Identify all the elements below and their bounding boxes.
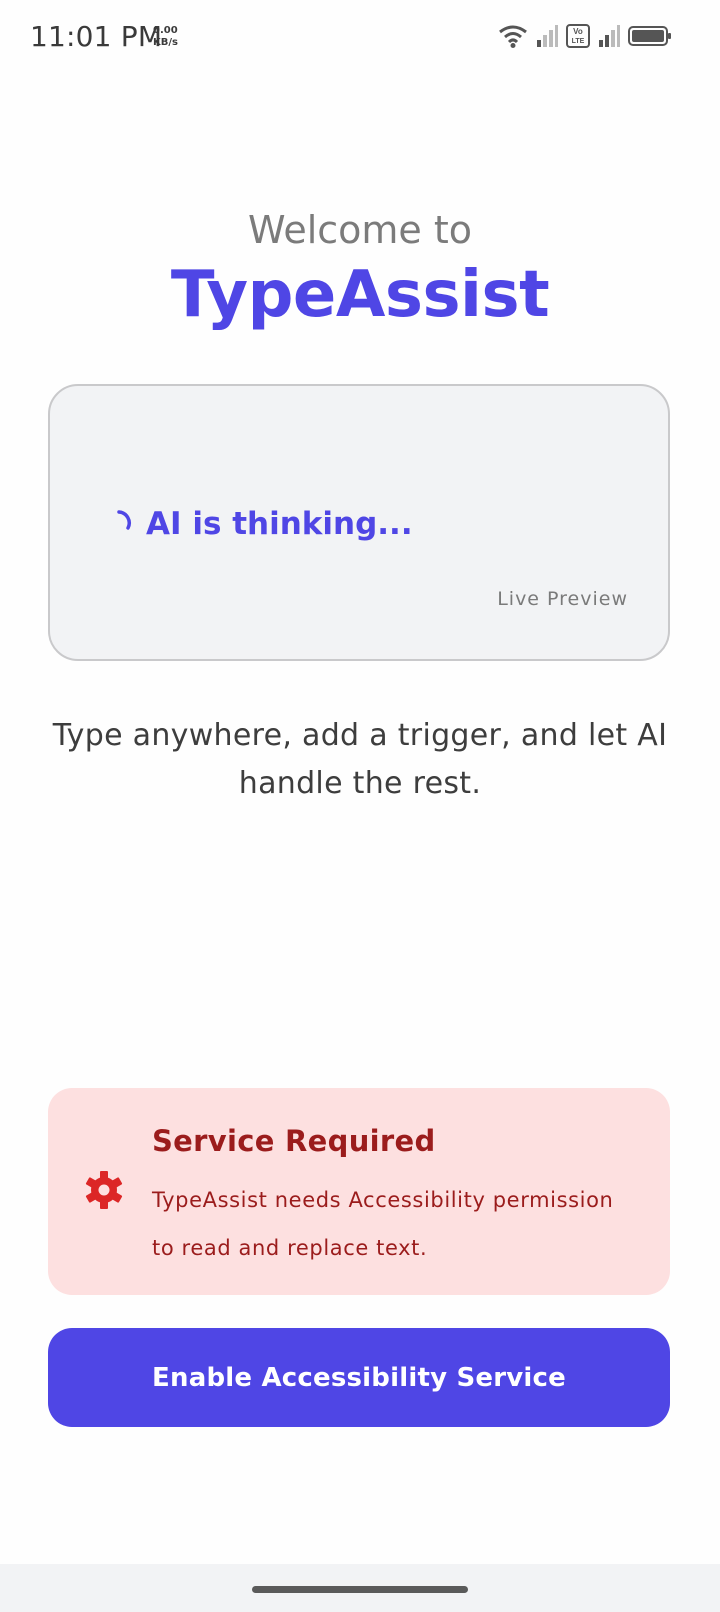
signal-icon <box>537 25 558 47</box>
live-preview-caption: Live Preview <box>497 588 628 610</box>
welcome-text: Welcome to <box>247 208 473 252</box>
enable-accessibility-button[interactable]: Enable Accessibility Service <box>48 1328 670 1427</box>
home-indicator[interactable] <box>252 1586 468 1593</box>
live-preview-card: AI is thinking... Live Preview <box>48 384 670 661</box>
battery-icon <box>628 26 671 46</box>
volte-icon: Vo LTE <box>566 24 590 48</box>
ai-status-text: AI is thinking... <box>146 506 413 542</box>
tagline: Type anywhere, add a trigger, and let AI… <box>52 718 668 801</box>
network-speed-unit: KB/s <box>153 37 178 48</box>
status-icons: Vo LTE <box>498 24 672 48</box>
svg-text:LTE: LTE <box>572 38 585 45</box>
network-speed-value: 0.00 <box>153 25 178 36</box>
service-required-alert: Service Required TypeAssist needs Access… <box>48 1088 670 1295</box>
network-speed: 0.00 KB/s <box>153 25 178 49</box>
loading-spinner-icon <box>117 510 131 530</box>
status-bar: 11:01 PM 0.00 KB/s Vo LTE <box>0 0 720 78</box>
app-title: TypeAssist <box>170 258 550 332</box>
gear-icon <box>85 1171 123 1209</box>
signal-icon <box>599 25 620 47</box>
status-time: 11:01 PM <box>30 20 163 53</box>
svg-text:Vo: Vo <box>573 27 583 36</box>
navigation-bar <box>0 1564 720 1612</box>
alert-message: TypeAssist needs Accessibility permissio… <box>152 1188 614 1260</box>
alert-title: Service Required <box>152 1124 436 1158</box>
wifi-icon <box>499 25 527 48</box>
